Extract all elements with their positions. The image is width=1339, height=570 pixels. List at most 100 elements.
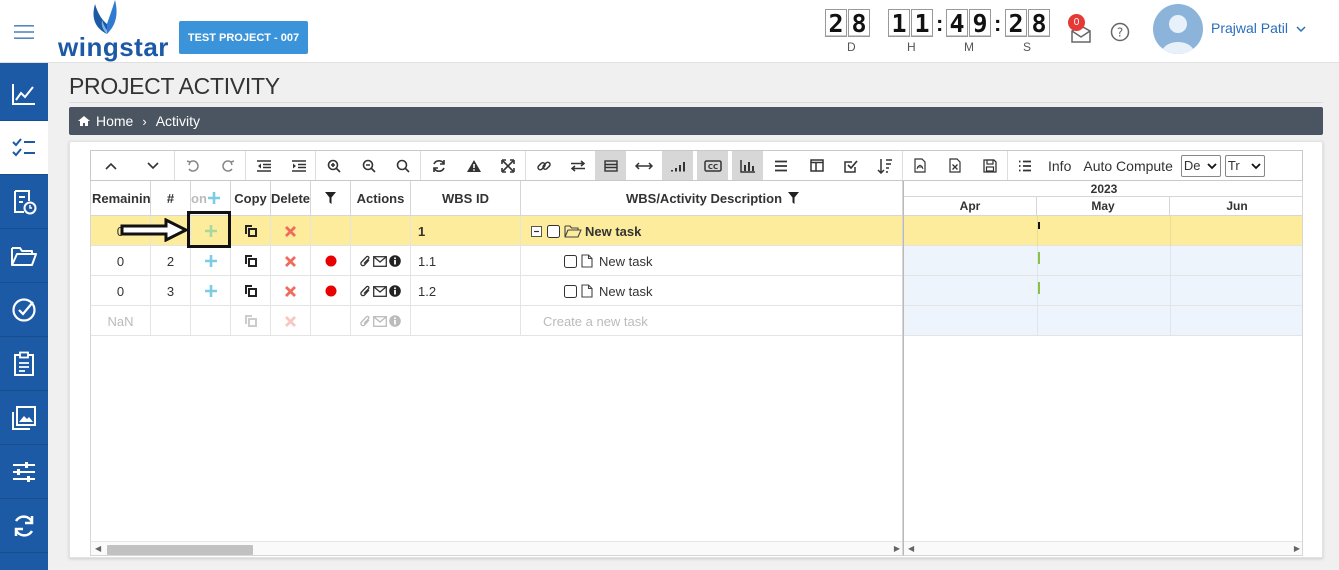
bar-chart-button[interactable]: [732, 151, 763, 180]
auto-compute-button[interactable]: Auto Compute: [1077, 158, 1179, 174]
col-remaining[interactable]: Remaining: [91, 181, 151, 216]
table-row[interactable]: 0 3 1.2 New task: [91, 276, 902, 306]
signal-button[interactable]: [662, 151, 693, 180]
swap-button[interactable]: [561, 151, 595, 180]
mail-icon[interactable]: [373, 285, 387, 297]
project-button[interactable]: TEST PROJECT - 007: [179, 21, 308, 54]
cell-wbs-id[interactable]: 1.2: [411, 276, 521, 306]
add-task-button[interactable]: [191, 246, 231, 276]
gantt-row[interactable]: [904, 246, 1302, 276]
copy-button[interactable]: [231, 216, 271, 246]
export-excel-button[interactable]: [937, 151, 972, 180]
select-view[interactable]: Tr: [1224, 154, 1265, 177]
expand-button[interactable]: [491, 151, 525, 180]
scroll-right-arrow[interactable]: ▶: [894, 544, 900, 553]
cc-button[interactable]: CC: [697, 151, 728, 180]
info-icon[interactable]: [389, 285, 401, 297]
gantt-task-bar[interactable]: [1038, 252, 1040, 264]
logo[interactable]: wingstar: [55, 0, 168, 63]
sidebar-item-reports[interactable]: [0, 337, 48, 391]
paperclip-icon[interactable]: [360, 285, 371, 298]
col-copy[interactable]: Copy: [231, 181, 271, 216]
menu-button[interactable]: [763, 151, 799, 180]
breadcrumb-home[interactable]: Home: [96, 113, 133, 129]
list-button[interactable]: [1008, 151, 1042, 180]
copy-button[interactable]: [231, 276, 271, 306]
create-task-placeholder[interactable]: Create a new task: [521, 306, 902, 336]
col-delete[interactable]: Delete: [271, 181, 311, 216]
col-description[interactable]: WBS/Activity Description: [521, 181, 902, 216]
task-name[interactable]: New task: [599, 254, 652, 269]
select-date-format[interactable]: De: [1180, 154, 1221, 177]
delete-button[interactable]: [271, 276, 311, 306]
cell-remaining[interactable]: 0: [91, 276, 151, 306]
task-name[interactable]: New task: [599, 284, 652, 299]
warning-button[interactable]: [456, 151, 491, 180]
info-icon[interactable]: [389, 255, 401, 267]
col-wbs-id[interactable]: WBS ID: [411, 181, 521, 216]
export-pdf-button[interactable]: [903, 151, 937, 180]
sidebar-item-gallery[interactable]: [0, 391, 48, 445]
new-task-row[interactable]: NaN Create a new task: [91, 306, 902, 336]
delete-button[interactable]: [271, 246, 311, 276]
cell-remaining[interactable]: 0: [91, 246, 151, 276]
cell-wbs-id[interactable]: 1.1: [411, 246, 521, 276]
col-number[interactable]: #: [151, 181, 191, 216]
sidebar-item-tasks[interactable]: [0, 283, 48, 337]
cell-wbs-id[interactable]: 1: [411, 216, 521, 246]
sidebar-item-settings[interactable]: [0, 445, 48, 499]
gantt-task-bar[interactable]: [1038, 282, 1040, 294]
undo-button[interactable]: [175, 151, 211, 180]
scroll-right-arrow[interactable]: ▶: [1294, 544, 1300, 553]
gantt-row[interactable]: [904, 216, 1302, 246]
zoom-in-button[interactable]: [316, 151, 352, 180]
collapse-icon[interactable]: [531, 225, 542, 237]
move-up-button[interactable]: [91, 151, 131, 180]
checklist-button[interactable]: [834, 151, 868, 180]
notifications[interactable]: 0: [1068, 14, 1094, 44]
scroll-left-arrow[interactable]: ◀: [95, 544, 101, 553]
cell-description[interactable]: New task: [521, 246, 902, 276]
save-button[interactable]: [972, 151, 1007, 180]
link-button[interactable]: [526, 151, 561, 180]
width-button[interactable]: [626, 151, 662, 180]
grid-horizontal-scrollbar[interactable]: ◀ ▶: [91, 541, 902, 555]
gantt-row[interactable]: [904, 276, 1302, 306]
copy-button[interactable]: [231, 246, 271, 276]
info-button[interactable]: Info: [1042, 158, 1077, 174]
move-down-button[interactable]: [131, 151, 174, 180]
cell-description[interactable]: New task: [521, 276, 902, 306]
checkbox-icon[interactable]: [564, 284, 577, 298]
sidebar-item-sync[interactable]: [0, 499, 48, 553]
add-task-button[interactable]: [191, 276, 231, 306]
mail-icon[interactable]: [373, 255, 387, 267]
gantt-horizontal-scrollbar[interactable]: ◀ ▶: [904, 541, 1302, 555]
col-filter[interactable]: [311, 181, 351, 216]
paperclip-icon[interactable]: [360, 255, 371, 268]
help-icon[interactable]: ?: [1110, 22, 1130, 45]
task-name[interactable]: New task: [585, 224, 641, 239]
rows-button[interactable]: [595, 151, 626, 180]
outdent-button[interactable]: [246, 151, 282, 180]
checkbox-icon[interactable]: [564, 254, 577, 268]
scrollbar-thumb[interactable]: [107, 545, 253, 555]
avatar[interactable]: [1153, 4, 1203, 54]
indent-button[interactable]: [282, 151, 315, 180]
table-row[interactable]: 0 2 1.1 New task: [91, 246, 902, 276]
sidebar-item-dashboard[interactable]: [0, 67, 48, 121]
checkbox-icon[interactable]: [547, 224, 560, 238]
sidebar-item-timesheet[interactable]: [0, 175, 48, 229]
col-actions[interactable]: Actions: [351, 181, 411, 216]
search-button[interactable]: [386, 151, 420, 180]
redo-button[interactable]: [211, 151, 245, 180]
scroll-left-arrow[interactable]: ◀: [908, 544, 914, 553]
delete-button[interactable]: [271, 216, 311, 246]
gantt-summary-marker[interactable]: [1038, 222, 1040, 229]
columns-button[interactable]: [799, 151, 834, 180]
sidebar-item-documents[interactable]: [0, 229, 48, 283]
zoom-out-button[interactable]: [352, 151, 386, 180]
sort-button[interactable]: [868, 151, 902, 180]
hamburger-menu-icon[interactable]: [0, 0, 48, 63]
refresh-button[interactable]: [421, 151, 456, 180]
sidebar-item-activity[interactable]: [0, 121, 48, 175]
